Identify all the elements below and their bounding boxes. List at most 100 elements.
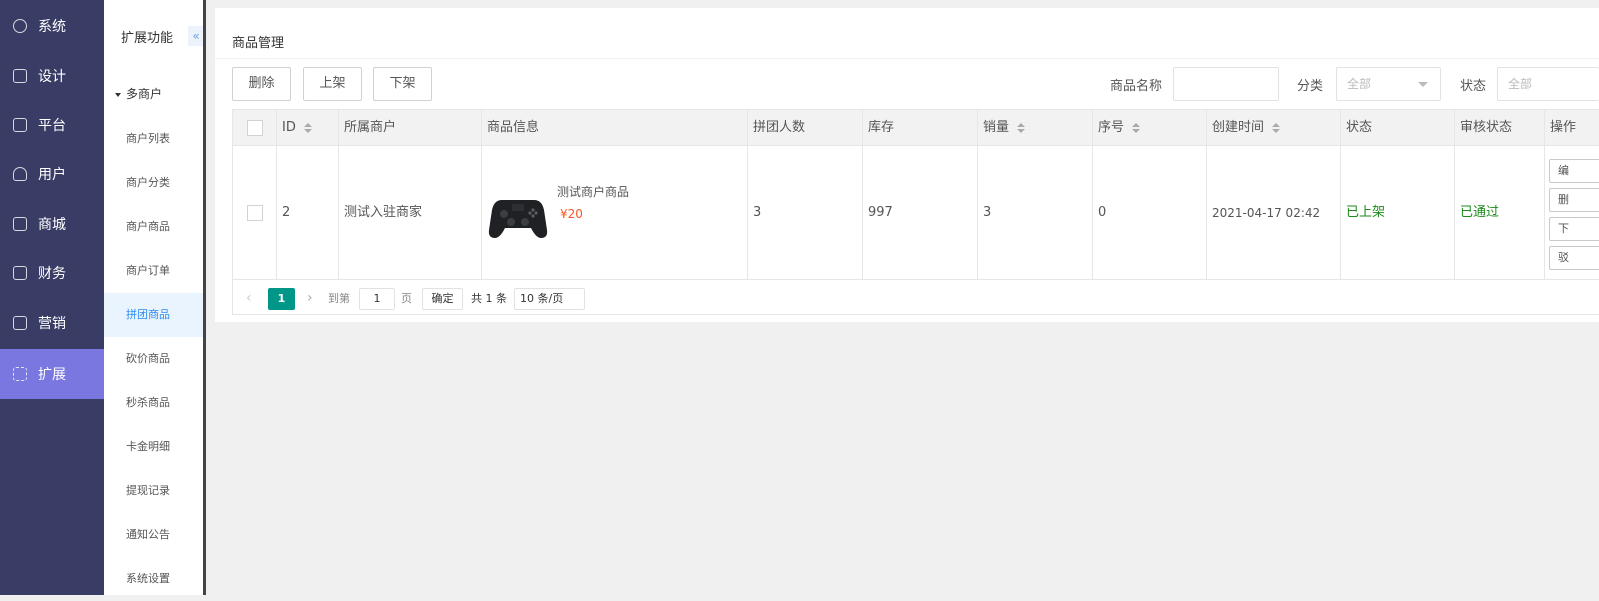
sub-item-merchant-category[interactable]: 商户分类 — [104, 161, 203, 205]
sort-icon[interactable] — [1132, 122, 1141, 133]
category-select[interactable]: 全部 — [1336, 67, 1441, 101]
sidebar-item-extension[interactable]: 扩展 — [0, 349, 104, 399]
header-sales[interactable]: 销量 — [978, 110, 1093, 146]
sidebar-item-label: 营销 — [38, 315, 66, 332]
cell-product-info: 测试商户商品 ¥20 — [482, 146, 748, 280]
select-all-checkbox[interactable] — [247, 120, 263, 136]
gamepad-image — [488, 200, 548, 238]
finance-icon — [13, 265, 27, 280]
row-checkbox-cell — [233, 146, 277, 280]
sub-item-notices[interactable]: 通知公告 — [104, 513, 203, 557]
gear-icon — [13, 18, 27, 33]
collapse-button[interactable]: « — [188, 26, 204, 46]
grid-icon — [13, 367, 27, 381]
header-created[interactable]: 创建时间 — [1207, 110, 1341, 146]
header-order[interactable]: 序号 — [1093, 110, 1207, 146]
cell-id: 2 — [277, 146, 339, 280]
sub-item-merchant-goods[interactable]: 商户商品 — [104, 205, 203, 249]
sidebar-item-system[interactable]: 系统 — [0, 1, 104, 50]
sub-item-card-detail[interactable]: 卡金明细 — [104, 425, 203, 469]
cell-sales: 3 — [978, 146, 1093, 280]
goods-table: ID 所属商户 商品信息 拼团人数 库存 销量 序号 创建时间 状态 审核状态 … — [232, 109, 1599, 315]
sub-item-merchant-list[interactable]: 商户列表 — [104, 117, 203, 161]
reject-button[interactable]: 驳 — [1549, 246, 1599, 270]
sort-icon[interactable] — [303, 122, 312, 133]
page-unit-label: 页 — [401, 292, 412, 305]
pagination: ‹ 1 › 到第 1 页 确定 共 1 条 10 条/页 — [233, 280, 1599, 316]
sidebar-item-marketing[interactable]: 营销 — [0, 298, 104, 347]
confirm-button[interactable]: 确定 — [422, 288, 463, 310]
header-id[interactable]: ID — [277, 110, 339, 146]
sidebar-item-label: 财务 — [38, 265, 66, 282]
sub-item-merchant-orders[interactable]: 商户订单 — [104, 249, 203, 293]
page-size-select[interactable]: 10 条/页 — [514, 288, 585, 310]
next-page-icon[interactable]: › — [307, 287, 313, 309]
cell-review: 已通过 — [1455, 146, 1545, 280]
sidebar-item-user[interactable]: 用户 — [0, 149, 104, 198]
content-card: 商品管理 删除 上架 下架 商品名称 分类 全部 状态 全部 ID 所属商户 商… — [215, 8, 1599, 322]
status-filter-label: 状态 — [1460, 79, 1487, 94]
sidebar-item-label: 扩展 — [38, 367, 66, 383]
main-content: 商品管理 删除 上架 下架 商品名称 分类 全部 状态 全部 ID 所属商户 商… — [206, 0, 1599, 595]
row-checkbox[interactable] — [247, 205, 263, 221]
header-actions: 操作 — [1550, 120, 1577, 135]
current-page[interactable]: 1 — [268, 288, 295, 310]
off-shelf-row-button[interactable]: 下 — [1549, 217, 1599, 241]
total-count: 共 1 条 — [471, 292, 507, 305]
chevron-down-icon — [1418, 82, 1428, 87]
name-filter-label: 商品名称 — [1110, 79, 1163, 94]
sub-sidebar-group[interactable]: 多商户 — [115, 85, 162, 102]
header-label: 销量 — [983, 120, 1010, 135]
sidebar-item-design[interactable]: 设计 — [0, 51, 104, 100]
sidebar-item-finance[interactable]: 财务 — [0, 248, 104, 297]
status-select[interactable]: 全部 — [1497, 67, 1599, 101]
cell-actions: 编 删 下 驳 — [1545, 146, 1599, 280]
edit-button[interactable]: 编 — [1549, 159, 1599, 183]
prev-page-icon[interactable]: ‹ — [246, 287, 252, 309]
on-shelf-button[interactable]: 上架 — [303, 67, 362, 101]
delete-button[interactable]: 删除 — [232, 67, 291, 101]
sidebar-item-platform[interactable]: 平台 — [0, 100, 104, 149]
header-group-size: 拼团人数 — [748, 110, 863, 146]
sub-sidebar: 扩展功能 « 多商户 商户列表 商户分类 商户商品 商户订单 拼团商品 砍价商品… — [104, 0, 204, 595]
sidebar-item-label: 平台 — [38, 117, 66, 134]
header-product-info: 商品信息 — [482, 110, 748, 146]
cell-group-size: 3 — [748, 146, 863, 280]
sidebar-item-label: 商城 — [38, 216, 66, 233]
sub-item-system-settings[interactable]: 系统设置 — [104, 557, 203, 601]
title-divider — [215, 58, 1599, 59]
sub-item-bargain-goods[interactable]: 砍价商品 — [104, 337, 203, 381]
cell-merchant: 测试入驻商家 — [339, 146, 482, 280]
sidebar-item-label: 系统 — [38, 18, 66, 35]
sub-sidebar-title: 扩展功能 — [121, 31, 174, 46]
page-size-value: 10 条/页 — [520, 292, 564, 305]
cell-status: 已上架 — [1341, 146, 1455, 280]
platform-icon — [13, 117, 27, 132]
sort-icon[interactable] — [1272, 122, 1281, 133]
off-shelf-button[interactable]: 下架 — [373, 67, 432, 101]
sub-item-flash-goods[interactable]: 秒杀商品 — [104, 381, 203, 425]
header-review: 审核状态 — [1455, 110, 1545, 146]
header-label: 序号 — [1098, 120, 1125, 135]
page-input[interactable]: 1 — [359, 288, 395, 310]
sub-item-group-goods[interactable]: 拼团商品 — [104, 293, 203, 337]
category-select-value: 全部 — [1347, 77, 1372, 91]
name-filter-input[interactable] — [1173, 67, 1279, 101]
sub-item-withdraw-records[interactable]: 提现记录 — [104, 469, 203, 513]
design-icon — [13, 68, 27, 83]
sort-icon[interactable] — [1017, 122, 1026, 133]
status-select-value: 全部 — [1508, 77, 1533, 91]
product-name: 测试商户商品 — [557, 185, 630, 199]
category-filter-label: 分类 — [1297, 79, 1324, 94]
table-row: 2 测试入驻商家 测试商户商品 ¥20 3 997 3 0 2021-04-17… — [233, 146, 1599, 280]
sidebar-item-label: 用户 — [38, 166, 66, 183]
header-checkbox-cell — [233, 110, 277, 146]
shop-icon — [13, 216, 27, 231]
delete-row-button[interactable]: 删 — [1549, 188, 1599, 212]
header-merchant: 所属商户 — [339, 110, 482, 146]
goto-label: 到第 — [328, 292, 350, 305]
header-label: ID — [282, 120, 296, 135]
sidebar-item-shop[interactable]: 商城 — [0, 199, 104, 248]
page-title: 商品管理 — [232, 36, 285, 51]
user-icon — [13, 166, 27, 181]
